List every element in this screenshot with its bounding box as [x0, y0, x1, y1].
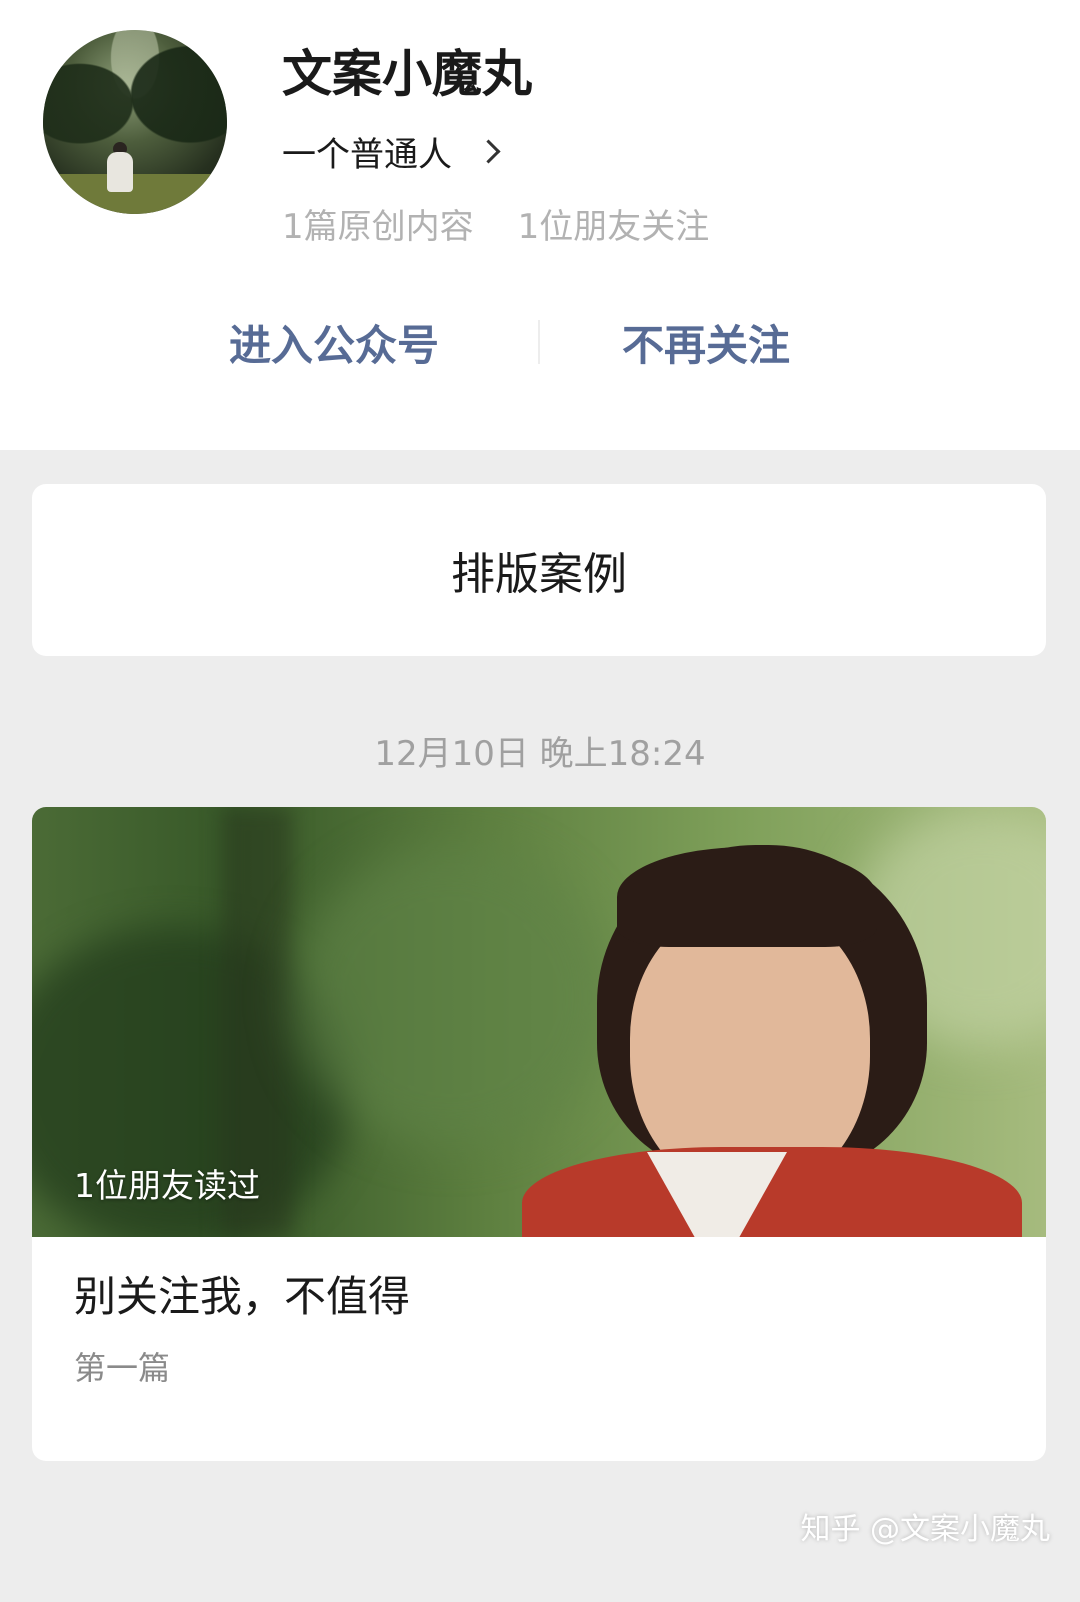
account-name: 文案小魔丸: [282, 45, 532, 103]
friends-follow-count[interactable]: 1位朋友关注: [518, 199, 710, 248]
article-subtitle: 第一篇: [74, 1349, 171, 1387]
chevron-right-icon: [476, 138, 501, 164]
article-cover-image[interactable]: 1位朋友读过: [32, 807, 1046, 1237]
avatar-person: [107, 152, 133, 192]
enter-account-button[interactable]: 进入公众号: [229, 312, 439, 373]
collection-card[interactable]: 排版案例: [32, 484, 1046, 656]
friends-read-badge: 1位朋友读过: [74, 1166, 260, 1205]
account-intro-text: 一个普通人: [282, 134, 452, 175]
post-date: 12月10日 晚上18:24: [374, 734, 706, 774]
avatar-ground: [43, 173, 227, 214]
cover-woman-fringe: [617, 847, 877, 947]
cover-foliage-middle: [292, 847, 612, 1147]
account-intro-link[interactable]: 一个普通人: [282, 126, 501, 176]
original-count: 1篇原创内容: [282, 206, 474, 247]
article-title: 别关注我，不值得: [74, 1272, 411, 1321]
unfollow-button[interactable]: 不再关注: [622, 312, 790, 373]
article-card[interactable]: 1位朋友读过 别关注我，不值得 第一篇: [32, 807, 1046, 1461]
account-avatar[interactable]: [43, 30, 227, 214]
action-divider: [538, 320, 540, 364]
zhihu-watermark: 知乎 @文案小魔丸: [800, 1512, 1050, 1547]
collection-label: 排版案例: [451, 549, 627, 600]
profile-header: 文案小魔丸 一个普通人 1篇原创内容 1位朋友关注 进入公众号 不再关注: [0, 0, 1080, 450]
account-stats: 1篇原创内容 1位朋友关注: [282, 198, 709, 248]
